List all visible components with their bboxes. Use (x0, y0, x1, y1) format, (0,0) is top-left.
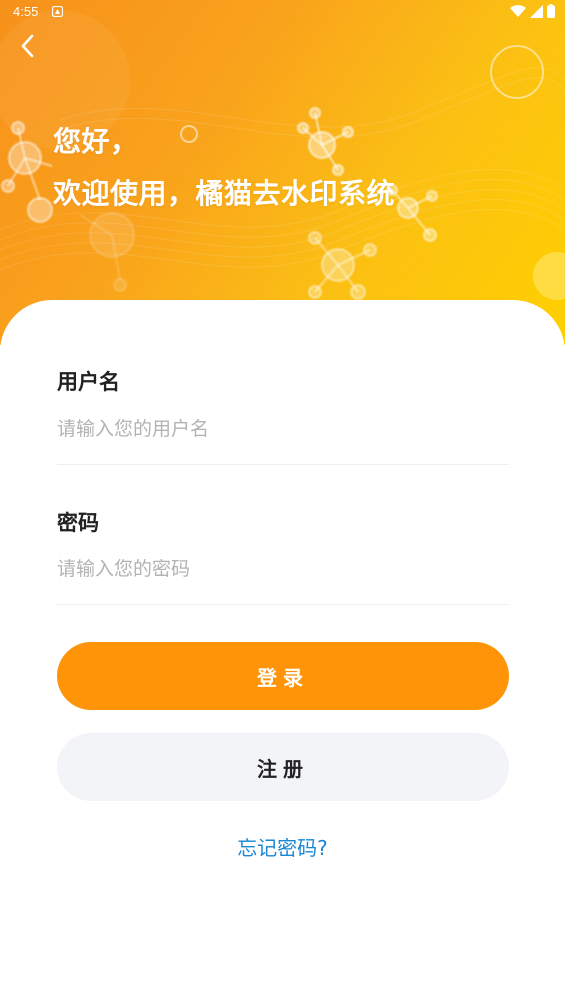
status-time: 4:55 (13, 4, 39, 19)
password-label: 密码 (57, 511, 99, 535)
status-bar: 4:55 (0, 0, 565, 24)
username-input[interactable] (57, 409, 509, 449)
signal-icon (530, 4, 543, 18)
status-icons (510, 4, 555, 18)
login-button[interactable]: 登录 (57, 642, 509, 710)
password-divider (57, 604, 509, 605)
battery-icon (547, 4, 555, 18)
header-banner: 4:55 您好， 欢迎使用，橘猫去水印系统 (0, 0, 565, 345)
password-input[interactable] (57, 549, 509, 589)
username-divider (57, 464, 509, 465)
forgot-password-link[interactable]: 忘记密码? (0, 832, 565, 861)
welcome-greeting: 您好， 欢迎使用，橘猫去水印系统 (53, 116, 395, 220)
chevron-left-icon (21, 34, 34, 58)
greeting-line-1: 您好， (53, 125, 139, 158)
notification-icon (52, 6, 63, 17)
greeting-line-2: 欢迎使用，橘猫去水印系统 (53, 177, 396, 210)
username-label: 用户名 (57, 370, 120, 394)
login-screen: 4:55 您好， 欢迎使用，橘猫去水印系统 用户名 请输入您的用户名 密码 登录… (0, 0, 565, 1004)
register-button[interactable]: 注册 (57, 733, 509, 801)
back-button[interactable] (12, 30, 44, 62)
wifi-icon (510, 4, 526, 17)
